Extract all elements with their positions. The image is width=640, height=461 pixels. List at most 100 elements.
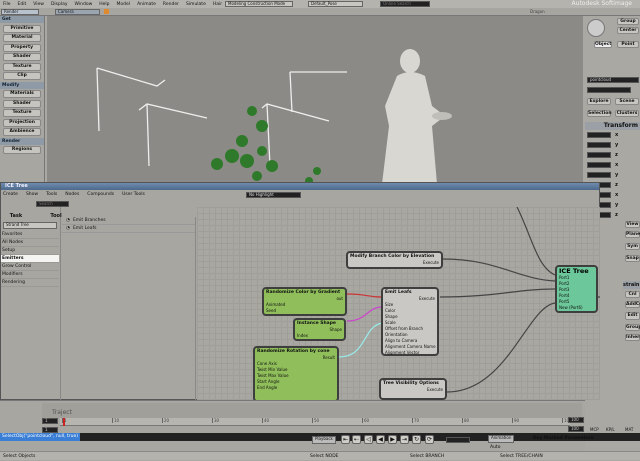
ice-menu-create[interactable]: Create <box>3 192 18 197</box>
kp-button[interactable]: KP/L <box>606 427 615 432</box>
transform-field[interactable] <box>587 152 611 158</box>
selection-field[interactable]: pointcloud <box>587 77 639 83</box>
playhead[interactable] <box>63 418 65 426</box>
transform-field[interactable] <box>587 142 611 148</box>
render-mode-dropdown[interactable]: Render <box>1 9 39 15</box>
input-port[interactable]: New (Port6) <box>559 305 594 311</box>
primitive-button[interactable]: Primitive <box>3 24 41 33</box>
task-favorites[interactable]: Favorites <box>1 231 59 239</box>
menu-view[interactable]: View <box>33 2 44 7</box>
mcp-button[interactable]: MCP <box>590 427 599 432</box>
center-button[interactable]: Center <box>617 27 639 34</box>
snap-button[interactable]: Snap <box>625 255 640 262</box>
modify-texture-button[interactable]: Texture <box>3 109 41 117</box>
menu-file[interactable]: File <box>3 2 11 7</box>
task-modifiers[interactable]: Modifiers <box>1 271 59 279</box>
clip-button[interactable]: Clip <box>3 72 41 80</box>
key-marked-params[interactable]: Key Marked Parameters <box>533 436 594 441</box>
camera-icon[interactable] <box>104 9 109 14</box>
select-arrow-icon[interactable] <box>587 19 605 37</box>
input-port[interactable]: Index <box>297 333 342 339</box>
clusters-button[interactable]: Clusters <box>615 110 639 117</box>
view-button[interactable]: View <box>625 221 640 228</box>
menu-window[interactable]: Window <box>75 2 93 7</box>
sym-button[interactable]: Sym <box>625 243 640 250</box>
object-button[interactable]: Object <box>594 41 612 48</box>
plane-button[interactable]: Plane <box>625 231 640 238</box>
highlight-dropdown[interactable]: No Highlight <box>246 192 301 198</box>
layout-dropdown[interactable]: Default_Pose <box>308 1 363 7</box>
first-frame-icon[interactable]: ⇤ <box>341 435 350 444</box>
selection-button[interactable]: Selection <box>587 110 612 117</box>
ice-menu-nodes[interactable]: Nodes <box>65 192 79 197</box>
output-port[interactable]: Execute <box>383 387 443 393</box>
node-tree-visibility[interactable]: Tree Visibility Options Execute <box>379 378 447 400</box>
regions-button[interactable]: Regions <box>3 146 41 154</box>
transform-field[interactable] <box>587 172 611 178</box>
node-instance-shape[interactable]: Instance Shape Shape Index <box>293 318 346 341</box>
3d-viewport[interactable] <box>47 16 583 184</box>
command-text[interactable]: SelectObj("pointcloud", null, true) <box>0 433 81 441</box>
material-button[interactable]: Material <box>3 34 41 42</box>
end-frame-field[interactable]: 100 <box>568 417 584 423</box>
menu-model[interactable]: Model <box>117 2 131 7</box>
menu-edit[interactable]: Edit <box>18 2 27 7</box>
shader-button[interactable]: Shader <box>3 53 41 61</box>
cnl-button[interactable]: Cnl <box>625 291 640 298</box>
compound-emit-leafs[interactable]: ◔ Emit Leafs <box>62 225 195 233</box>
edit-button[interactable]: Edit <box>625 312 640 320</box>
playback-button[interactable]: Playback <box>312 436 336 444</box>
point-button[interactable]: Point <box>617 41 639 48</box>
end-frame-field-2[interactable]: 100 <box>568 426 584 432</box>
transform-field[interactable] <box>587 162 611 168</box>
menu-display[interactable]: Display <box>51 2 68 7</box>
online-search-input[interactable]: Online Search <box>380 1 430 7</box>
node-emit-leafs[interactable]: Emit Leafs Execute Size Color Shape Scale Of… <box>381 287 439 356</box>
play-icon[interactable]: ▶ <box>388 435 397 444</box>
task-all-nodes[interactable]: All Nodes <box>1 239 59 247</box>
all-views-icon[interactable]: ⟳ <box>425 435 434 444</box>
addcomp-button[interactable]: AddComp <box>625 301 640 308</box>
selection-field-2[interactable] <box>587 87 631 93</box>
start-frame-field[interactable]: 1 <box>42 418 58 424</box>
node-randomize-rotation[interactable]: Randomize Rotation by cone Result Cone A… <box>253 346 339 400</box>
prev-key-icon[interactable]: ⇠ <box>352 435 361 444</box>
materials-button[interactable]: Materials <box>3 90 41 98</box>
input-port[interactable]: Seed <box>266 308 343 314</box>
play-back-icon[interactable]: ◀ <box>376 435 385 444</box>
mat-button[interactable]: MAT <box>625 427 633 432</box>
camera-dropdown[interactable]: Camera <box>55 9 100 15</box>
frame-rate-field[interactable] <box>446 437 470 443</box>
menu-render[interactable]: Render <box>163 2 179 7</box>
ice-menu-compounds[interactable]: Compounds <box>87 192 114 197</box>
projection-button[interactable]: Projection <box>3 118 41 127</box>
task-setup[interactable]: Setup <box>1 247 59 255</box>
step-back-icon[interactable]: ◁ <box>364 435 373 444</box>
modify-shader-button[interactable]: Shader <box>3 99 41 108</box>
task-rendering[interactable]: Rendering <box>1 279 59 287</box>
property-button[interactable]: Property <box>3 43 41 52</box>
scene-button[interactable]: Scene <box>615 98 639 105</box>
node-modify-branch-color[interactable]: Modify Branch Color by Elevation Execute <box>346 251 443 269</box>
task-dropdown[interactable]: Strand Tree <box>3 222 57 229</box>
output-port[interactable]: Execute <box>350 260 439 266</box>
construction-mode-dropdown[interactable]: Modeling Construction Mode <box>225 1 293 7</box>
group-button[interactable]: Group <box>617 18 639 25</box>
node-ice-tree[interactable]: ICE Tree Port1 Port2 Port3 Port4 Port5 New (P… <box>555 265 598 313</box>
explore-button[interactable]: Explore <box>587 98 611 105</box>
timeline-ruler[interactable]: 1102030405060708090100 <box>60 418 572 426</box>
loop-icon[interactable]: ↻ <box>412 435 421 444</box>
texture-button[interactable]: Texture <box>3 62 41 71</box>
tab-task[interactable]: Task <box>1 213 31 220</box>
menu-help[interactable]: Help <box>99 2 109 7</box>
ice-menu-show[interactable]: Show <box>26 192 38 197</box>
node-randomize-color[interactable]: Randomize Color by Gradient out Animated… <box>262 287 347 316</box>
input-port[interactable]: Alignment Vector <box>385 350 435 356</box>
menu-simulate[interactable]: Simulate <box>186 2 206 7</box>
group-edit-button[interactable]: Group <box>625 324 640 331</box>
ice-graph[interactable]: Modify Branch Color by Elevation Execute… <box>197 207 600 400</box>
transform-field[interactable] <box>587 132 611 138</box>
task-grow-control[interactable]: Grow Control <box>1 263 59 271</box>
ice-menu-user-tools[interactable]: User Tools <box>122 192 145 197</box>
menu-hair[interactable]: Hair <box>213 2 222 7</box>
